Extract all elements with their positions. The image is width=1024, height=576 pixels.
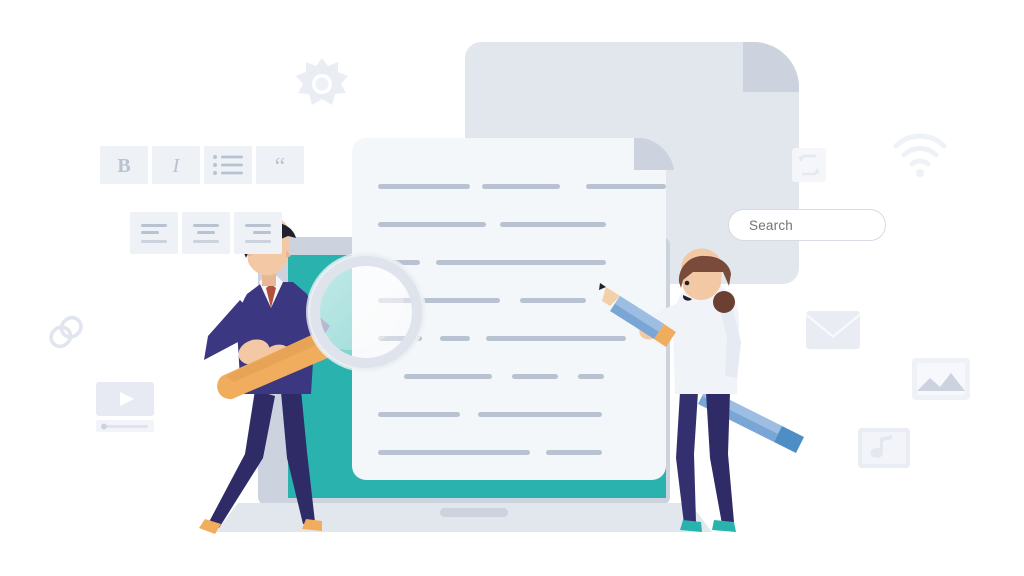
search-input[interactable]	[729, 216, 885, 234]
bold-icon: B	[117, 155, 130, 177]
toolbar-layer: B I “	[100, 146, 304, 254]
text-format-toolbar[interactable]: B I “	[100, 146, 304, 184]
text-align-toolbar[interactable]	[130, 212, 282, 254]
search-bar[interactable]	[728, 209, 886, 241]
italic-icon: I	[172, 155, 181, 177]
illustration-scene: B I “	[0, 0, 1024, 576]
quote-icon: “	[275, 154, 286, 180]
